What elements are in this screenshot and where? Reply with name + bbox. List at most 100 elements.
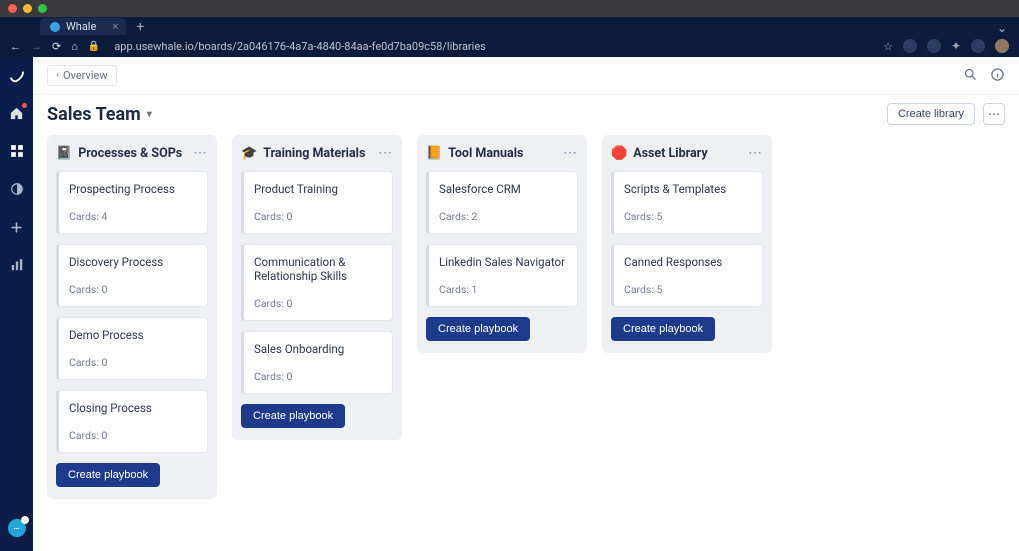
app-sidebar bbox=[0, 57, 33, 551]
sidebar-footer bbox=[8, 519, 26, 537]
back-label: Overview bbox=[63, 69, 108, 82]
nav-reload-icon[interactable]: ⟳ bbox=[52, 40, 61, 53]
card-title: Demo Process bbox=[69, 328, 197, 342]
mac-window-chrome bbox=[0, 0, 1019, 17]
create-playbook-button[interactable]: Create playbook bbox=[426, 317, 530, 341]
playbook-card[interactable]: Communication & Relationship SkillsCards… bbox=[241, 244, 393, 321]
column-more-button[interactable]: ⋯ bbox=[748, 145, 763, 161]
board-columns: 📓Processes & SOPs⋯Prospecting ProcessCar… bbox=[33, 135, 1019, 519]
browser-tab[interactable]: Whale × bbox=[40, 18, 126, 35]
playbook-card[interactable]: Canned Responses Cards: 5 bbox=[611, 244, 763, 307]
card-count: Cards: 5 bbox=[624, 283, 752, 296]
playbook-card[interactable]: Scripts & Templates Cards: 5 bbox=[611, 171, 763, 234]
extensions-menu-icon[interactable]: ✦ bbox=[951, 39, 961, 53]
playbook-card[interactable]: Salesforce CRM Cards: 2 bbox=[426, 171, 578, 234]
close-tab-icon[interactable]: × bbox=[112, 20, 118, 33]
column-header: 📙Tool Manuals⋯ bbox=[426, 145, 578, 161]
card-count: Cards: 0 bbox=[254, 210, 382, 223]
info-icon[interactable] bbox=[990, 67, 1005, 85]
contrast-icon[interactable] bbox=[7, 179, 27, 199]
window-minimize-button[interactable] bbox=[23, 4, 32, 13]
card-title: Scripts & Templates bbox=[624, 182, 752, 196]
breadcrumb-bar: ‹ Overview bbox=[33, 57, 1019, 95]
column-title: Processes & SOPs bbox=[78, 146, 187, 161]
bookmark-icon[interactable]: ☆ bbox=[883, 40, 893, 53]
column-header: 🎓 Training Materials ⋯ bbox=[241, 145, 393, 161]
analytics-icon[interactable] bbox=[7, 255, 27, 275]
page-title: Sales Team bbox=[47, 104, 141, 125]
extension-icon[interactable] bbox=[927, 39, 941, 53]
page-more-button[interactable]: ⋯ bbox=[983, 103, 1005, 125]
board-column: 📙Tool Manuals⋯ Salesforce CRM Cards: 2 Link… bbox=[417, 135, 587, 353]
board-column: 🛑 Asset Library ⋯ Scripts & Templates Cards:… bbox=[602, 135, 772, 353]
browser-tab-strip: Whale × + ⌄ bbox=[0, 17, 1019, 35]
caret-down-icon: ▾ bbox=[147, 109, 152, 120]
column-emoji-icon: 📙 bbox=[426, 146, 442, 161]
card-title: Linkedin Sales Navigator bbox=[439, 255, 567, 269]
nav-forward-icon[interactable]: → bbox=[31, 40, 42, 53]
playbook-card[interactable]: Product Training Cards: 0 bbox=[241, 171, 393, 234]
playbook-card[interactable]: Sales Onboarding Cards: 0 bbox=[241, 331, 393, 394]
create-library-button[interactable]: Create library bbox=[887, 103, 975, 125]
column-header: 🛑 Asset Library ⋯ bbox=[611, 145, 763, 161]
extension-icon[interactable] bbox=[971, 39, 985, 53]
card-count: Cards: 2 bbox=[439, 210, 567, 223]
window-maximize-button[interactable] bbox=[38, 4, 47, 13]
whale-logo-icon[interactable] bbox=[8, 67, 26, 85]
browser-extension-tray: ☆ ✦ bbox=[883, 39, 1009, 53]
home-icon[interactable] bbox=[7, 103, 27, 123]
playbook-card[interactable]: Demo Process Cards: 0 bbox=[56, 317, 208, 380]
column-more-button[interactable]: ⋯ bbox=[563, 145, 578, 161]
card-count: Cards: 0 bbox=[69, 429, 197, 442]
nav-home-icon[interactable]: ⌂ bbox=[71, 40, 78, 53]
window-close-button[interactable] bbox=[8, 4, 17, 13]
tab-favicon bbox=[50, 22, 60, 32]
help-bubble-icon[interactable] bbox=[8, 519, 26, 537]
tab-title: Whale bbox=[66, 20, 96, 33]
column-emoji-icon: 🎓 bbox=[241, 146, 257, 161]
column-more-button[interactable]: ⋯ bbox=[378, 145, 393, 161]
address-bar[interactable]: app.usewhale.io/boards/2a046176-4a7a-484… bbox=[114, 40, 486, 53]
main-content: ‹ Overview Sales Team ▾ Create library bbox=[33, 57, 1019, 551]
playbook-card[interactable]: Linkedin Sales Navigator Cards: 1 bbox=[426, 244, 578, 307]
search-icon[interactable] bbox=[963, 67, 978, 85]
create-playbook-button[interactable]: Create playbook bbox=[241, 404, 345, 428]
title-bar: Sales Team ▾ Create library ⋯ bbox=[33, 95, 1019, 135]
create-playbook-button[interactable]: Create playbook bbox=[56, 463, 160, 487]
column-emoji-icon: 🛑 bbox=[611, 146, 627, 161]
nav-back-icon[interactable]: ← bbox=[10, 40, 21, 53]
extension-icon[interactable] bbox=[903, 39, 917, 53]
column-header: 📓Processes & SOPs⋯ bbox=[56, 145, 208, 161]
card-title: Salesforce CRM bbox=[439, 182, 567, 196]
create-playbook-button[interactable]: Create playbook bbox=[611, 317, 715, 341]
more-horizontal-icon: ⋯ bbox=[988, 107, 1000, 121]
card-title: Canned Responses bbox=[624, 255, 752, 269]
card-count: Cards: 0 bbox=[69, 356, 197, 369]
column-more-button[interactable]: ⋯ bbox=[193, 145, 208, 161]
column-title: Training Materials bbox=[263, 146, 372, 161]
card-count: Cards: 1 bbox=[439, 283, 567, 296]
playbook-card[interactable]: Discovery ProcessCards: 0 bbox=[56, 244, 208, 307]
card-count: Cards: 4 bbox=[69, 210, 197, 223]
card-title: Sales Onboarding bbox=[254, 342, 382, 356]
page-title-dropdown[interactable]: Sales Team ▾ bbox=[47, 104, 152, 125]
card-title: Closing Process bbox=[69, 401, 197, 415]
column-title: Asset Library bbox=[633, 146, 742, 161]
add-icon[interactable] bbox=[7, 217, 27, 237]
lock-icon: 🔒 bbox=[88, 41, 100, 52]
card-title: Prospecting Process bbox=[69, 182, 197, 196]
playbook-card[interactable]: Closing Process Cards: 0 bbox=[56, 390, 208, 453]
chevron-left-icon: ‹ bbox=[56, 70, 59, 81]
card-title: Product Training bbox=[254, 182, 382, 196]
card-title: Discovery Process bbox=[69, 255, 197, 269]
board-column: 🎓 Training Materials ⋯ Product Training Card… bbox=[232, 135, 402, 440]
new-tab-button[interactable]: + bbox=[136, 19, 144, 35]
browser-menu-chevron-icon[interactable]: ⌄ bbox=[997, 21, 1019, 35]
back-to-overview-button[interactable]: ‹ Overview bbox=[47, 65, 117, 86]
card-count: Cards: 0 bbox=[254, 370, 382, 383]
profile-avatar[interactable] bbox=[995, 39, 1009, 53]
settings-badge-icon bbox=[21, 516, 29, 524]
playbook-card[interactable]: Prospecting Process Cards: 4 bbox=[56, 171, 208, 234]
boards-grid-icon[interactable] bbox=[7, 141, 27, 161]
card-count: Cards: 5 bbox=[624, 210, 752, 223]
